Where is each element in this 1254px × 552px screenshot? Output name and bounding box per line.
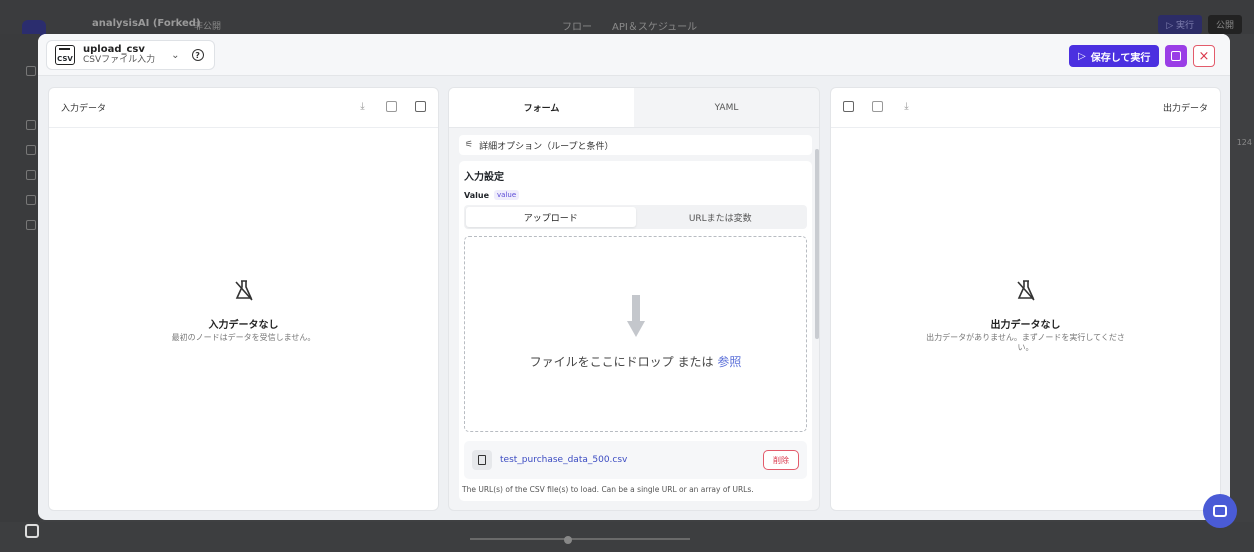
node-type: CSVファイル入力 <box>83 54 156 65</box>
play-icon: ▷ <box>1078 50 1086 62</box>
field-label: Value <box>464 190 490 200</box>
advanced-options-toggle[interactable]: ⚟ 詳細オプション（ループと条件） <box>459 135 812 155</box>
form-scroll-area: ⚟ 詳細オプション（ループと条件） 入力設定 Value value アップロー… <box>449 129 819 510</box>
delete-file-button[interactable]: 削除 <box>763 450 799 470</box>
node-editor-modal: CSV upload_csv CSVファイル入力 ⌄ ? ▷ 保存して実行 × … <box>38 34 1230 520</box>
uploaded-file-name[interactable]: test_purchase_data_500.csv <box>500 455 763 465</box>
section-title: 入力設定 <box>464 172 504 183</box>
form-tabs: フォーム YAML <box>449 88 819 128</box>
output-empty-desc: 出力データがありません。まずノードを実行してください。 <box>926 333 1125 353</box>
collapse-panel-icon[interactable] <box>415 101 426 112</box>
output-empty-title: 出力データなし <box>990 320 1061 331</box>
background-app-title: analysisAI (Forked) <box>92 18 201 29</box>
csv-file-icon: CSV <box>55 45 75 65</box>
input-panel-header: 入力データ ⤓ <box>49 88 438 128</box>
output-empty-state: 出力データなし 出力データがありません。まずノードを実行してください。 <box>831 278 1220 354</box>
flask-off-icon <box>1016 280 1035 301</box>
input-settings-section: 入力設定 Value value アップロード URLまたは変数 ファイルをここ… <box>459 161 812 501</box>
expand-panel-icon[interactable] <box>843 101 854 112</box>
form-scrollbar[interactable] <box>815 149 819 339</box>
background-sidebar <box>0 34 40 552</box>
node-selector[interactable]: CSV upload_csv CSVファイル入力 ⌄ ? <box>46 40 215 70</box>
input-data-panel: 入力データ ⤓ 入力データなし 最初のノードはデータを受信しません。 <box>48 87 439 511</box>
uploaded-file-row: test_purchase_data_500.csv 削除 <box>464 441 807 479</box>
source-url-option[interactable]: URLまたは変数 <box>636 207 806 227</box>
background-publish-button: 公開 <box>1207 15 1242 34</box>
copy-icon[interactable] <box>872 101 883 112</box>
background-zoom-handle <box>564 536 572 544</box>
background-right-buttons: ▷ 実行 公開 <box>1158 15 1242 34</box>
sliders-icon: ⚟ <box>465 140 474 150</box>
dropzone-instruction: ファイルをここにドロップ または <box>529 355 714 369</box>
help-icon[interactable]: ? <box>191 49 204 61</box>
field-help-text: The URL(s) of the CSV file(s) to load. C… <box>462 485 754 494</box>
advanced-options-label: 詳細オプション（ループと条件） <box>479 141 614 152</box>
save-and-run-label: 保存して実行 <box>1090 52 1151 64</box>
tab-yaml[interactable]: YAML <box>634 88 819 127</box>
save-button[interactable] <box>1165 45 1187 67</box>
output-panel-header: ⤓ 出力データ <box>831 88 1220 128</box>
background-bottom-bar <box>0 522 1254 552</box>
field-tag: value <box>494 190 520 200</box>
form-panel: フォーム YAML ⚟ 詳細オプション（ループと条件） 入力設定 Value v… <box>448 87 820 511</box>
input-empty-desc: 最初のノードはデータを受信しません。 <box>171 333 316 342</box>
file-dropzone[interactable]: ファイルをここにドロップ または 参照 <box>464 236 807 432</box>
close-button[interactable]: × <box>1193 45 1215 67</box>
background-run-button: ▷ 実行 <box>1158 15 1202 34</box>
sidebar-cloud-icon <box>26 145 36 155</box>
source-upload-option[interactable]: アップロード <box>466 207 636 227</box>
chevron-down-icon[interactable]: ⌄ <box>171 50 179 61</box>
sidebar-home-icon <box>26 66 36 76</box>
download-icon[interactable]: ⤓ <box>901 101 912 112</box>
save-and-run-button[interactable]: ▷ 保存して実行 <box>1069 45 1160 67</box>
save-icon <box>1171 51 1181 61</box>
download-icon[interactable]: ⤓ <box>357 101 368 112</box>
copy-icon[interactable] <box>386 101 397 112</box>
sidebar-database-icon <box>26 170 36 180</box>
background-side-number: 124 <box>1236 138 1252 147</box>
tab-form[interactable]: フォーム <box>449 88 634 127</box>
source-toggle: アップロード URLまたは変数 <box>464 205 807 229</box>
output-data-panel: ⤓ 出力データ 出力データなし 出力データがありません。まずノードを実行してくだ… <box>830 87 1221 511</box>
modal-header: CSV upload_csv CSVファイル入力 ⌄ ? ▷ 保存して実行 × <box>38 34 1230 76</box>
output-panel-title: 出力データ <box>1162 104 1208 114</box>
background-zoom-slider <box>470 538 690 540</box>
background-center-tabs: フロー API＆スケジュール <box>562 22 698 33</box>
input-panel-actions: ⤓ <box>357 101 426 112</box>
input-empty-title: 入力データなし <box>208 320 279 331</box>
flask-off-icon <box>234 280 253 301</box>
input-panel-title: 入力データ <box>61 104 107 114</box>
sidebar-key-icon <box>26 195 36 205</box>
chat-support-button[interactable] <box>1203 494 1237 528</box>
sidebar-settings-icon <box>26 220 36 230</box>
node-info: upload_csv CSVファイル入力 <box>83 45 155 65</box>
input-empty-state: 入力データなし 最初のノードはデータを受信しません。 <box>49 278 438 343</box>
browse-link[interactable]: 参照 <box>717 355 741 369</box>
file-icon <box>472 450 492 470</box>
arrow-down-icon <box>627 295 645 337</box>
chat-icon <box>1213 505 1227 517</box>
output-panel-actions: ⤓ <box>843 101 912 112</box>
dropzone-text: ファイルをここにドロップ または 参照 <box>465 353 806 370</box>
node-name: upload_csv <box>83 44 145 56</box>
sidebar-flow-icon <box>26 120 36 130</box>
background-visibility: 非公開 <box>194 22 222 32</box>
background-user-icon <box>25 524 39 538</box>
value-field-label: Value value <box>464 190 520 200</box>
